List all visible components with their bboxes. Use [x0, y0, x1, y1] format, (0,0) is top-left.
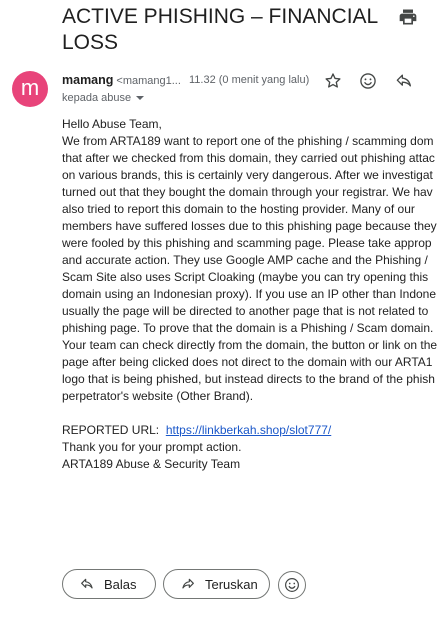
recipient-details-toggle[interactable]: kepada abuse: [62, 92, 145, 104]
paragraph-line: were fooled by this phishing and scammin…: [62, 236, 432, 250]
paragraph-line: perpetrator's website (Other Brand).: [62, 389, 254, 403]
chevron-down-icon: [136, 96, 145, 101]
signature: ARTA189 Abuse & Security Team: [62, 457, 241, 471]
emoji-icon: [285, 578, 299, 592]
forward-button[interactable]: Teruskan: [163, 569, 270, 599]
reply-button-label: Balas: [104, 576, 137, 592]
emoji-icon[interactable]: [358, 71, 378, 91]
reply-icon: [81, 578, 93, 589]
thanks-line: Thank you for your prompt action.: [62, 440, 242, 454]
email-body: Hello Abuse Team, We from ARTA189 want t…: [62, 116, 437, 473]
paragraph-line: domain using an Indonesian proxy). If yo…: [62, 287, 437, 301]
paragraph-line: members have suffered losses due to this…: [62, 219, 437, 233]
paragraph-line: We from ARTA189 want to report one of th…: [62, 134, 434, 148]
paragraph-line: and accurate action. They use Google AMP…: [62, 253, 428, 267]
paragraph-line: page after being clicked does not direct…: [62, 355, 433, 369]
forward-button-label: Teruskan: [205, 576, 258, 592]
paragraph-line: turned out that they bought the domain t…: [62, 185, 433, 199]
paragraph-line: Scam Site also uses Script Cloaking (may…: [62, 270, 429, 284]
sender-line: mamang <mamang1...: [62, 73, 181, 87]
add-reaction-button[interactable]: [278, 571, 306, 599]
report-paragraph: We from ARTA189 want to report one of th…: [62, 133, 437, 405]
sender-name[interactable]: mamang: [62, 73, 113, 87]
paragraph-line: that after we checked from this domain, …: [62, 151, 435, 165]
reported-url-link[interactable]: https://linkberkah.shop/slot777/: [166, 423, 331, 437]
sender-email: <mamang1...: [116, 75, 181, 87]
avatar[interactable]: m: [12, 71, 48, 107]
print-icon[interactable]: [398, 7, 418, 27]
paragraph-line: on various brands, this is certainly ver…: [62, 168, 433, 182]
greeting: Hello Abuse Team,: [62, 117, 162, 131]
star-icon[interactable]: [323, 71, 343, 91]
reply-icon[interactable]: [394, 71, 414, 91]
email-subject: ACTIVE PHISHING – FINANCIAL LOSS: [62, 5, 378, 54]
paragraph-line: phishing page. To prove that the domain …: [62, 321, 434, 335]
paragraph-line: Your team can check directly from the do…: [62, 338, 437, 352]
reply-button[interactable]: Balas: [62, 569, 156, 599]
paragraph-line: usually the page will be directed to ano…: [62, 304, 429, 318]
recipient-label: kepada abuse: [62, 92, 132, 104]
forward-icon: [182, 578, 194, 589]
paragraph-line: logo that is being phished, but instead …: [62, 372, 435, 386]
reported-url-label: REPORTED URL:: [62, 423, 160, 437]
paragraph-line: also tried to report this domain to the …: [62, 202, 415, 216]
reported-url-line: REPORTED URL: https://linkberkah.shop/sl…: [62, 422, 437, 439]
timestamp: 11.32 (0 menit yang lalu): [189, 74, 310, 86]
